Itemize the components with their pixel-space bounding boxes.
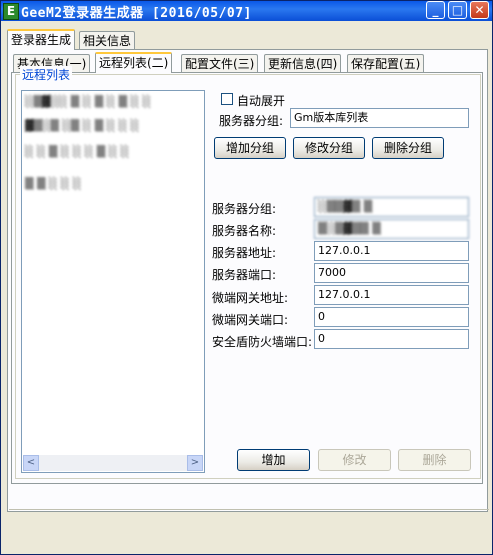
maximize-button[interactable]: □	[448, 1, 467, 19]
microgate-address-field[interactable]: 127.0.0.1	[314, 285, 469, 305]
server-name-label: 服务器名称:	[212, 224, 277, 238]
auto-expand-label: 自动展开	[237, 94, 286, 108]
microgate-port-label: 微端网关端口:	[212, 313, 289, 327]
edit-group-button[interactable]: 修改分组	[293, 137, 365, 159]
group-title: 远程列表	[20, 66, 73, 83]
window-title: GeeM2登录器生成器 [2016/05/07]	[21, 6, 252, 21]
server-port-label: 服务器端口:	[212, 268, 277, 282]
minimize-button[interactable]: _	[426, 1, 445, 19]
server-group-top-field[interactable]: Gm版本库列表	[290, 108, 469, 128]
scroll-left-icon[interactable]: <	[23, 455, 39, 471]
app-icon: E	[3, 3, 19, 20]
add-server-button[interactable]: 增加	[237, 449, 310, 471]
tab-save-config[interactable]: 保存配置(五)	[347, 54, 425, 73]
firewall-port-label: 安全盾防火墙端口:	[212, 335, 313, 349]
firewall-port-field[interactable]: 0	[314, 329, 469, 349]
list-item[interactable]: ▒ ▒ ░ ░ ░	[25, 177, 81, 191]
tab-update-info[interactable]: 更新信息(四)	[264, 54, 342, 73]
scroll-right-icon[interactable]: >	[187, 455, 203, 471]
tab-remote-list[interactable]: 远程列表(二)	[95, 52, 173, 73]
microgate-address-label: 微端网关地址:	[212, 291, 289, 305]
server-port-field[interactable]: 7000	[314, 263, 469, 283]
tab-config-file[interactable]: 配置文件(三)	[181, 54, 259, 73]
app-window: E GeeM2登录器生成器 [2016/05/07] _ □ ✕ 登录器生成 相…	[0, 0, 493, 555]
server-address-label: 服务器地址:	[212, 246, 277, 260]
delete-group-button[interactable]: 删除分组	[372, 137, 444, 159]
list-item[interactable]: ▓▒░▒ ░▒ ░ ▒ ░ ░ ░	[25, 119, 139, 133]
delete-server-button[interactable]: 删除	[398, 449, 471, 471]
close-button[interactable]: ✕	[470, 1, 489, 19]
auto-expand-checkbox[interactable]	[221, 93, 233, 105]
server-group-label: 服务器分组:	[212, 202, 277, 216]
server-group-top-label: 服务器分组:	[219, 114, 284, 128]
list-item[interactable]: ░▒▓░░ ▒ ░ ▒ ░ ▒ ░ ░	[25, 95, 151, 109]
server-address-field[interactable]: 127.0.0.1	[314, 241, 469, 261]
tab-related-info[interactable]: 相关信息	[79, 31, 136, 50]
list-item[interactable]: ░ ░ ▒ ░ ░ ░ ▒ ░ ░	[25, 145, 129, 159]
title-bar[interactable]: E GeeM2登录器生成器 [2016/05/07] _ □ ✕	[1, 1, 492, 21]
microgate-port-field[interactable]: 0	[314, 307, 469, 327]
edit-server-button[interactable]: 修改	[318, 449, 391, 471]
tab-login-generator[interactable]: 登录器生成	[7, 29, 76, 50]
server-tree-list[interactable]: ░▒▓░░ ▒ ░ ▒ ░ ▒ ░ ░ ▓▒░▒ ░▒ ░ ▒ ░ ░ ░ ░ …	[21, 90, 205, 473]
add-group-button[interactable]: 增加分组	[214, 137, 286, 159]
horizontal-scrollbar[interactable]: < >	[23, 455, 203, 471]
server-group-field[interactable]: ░▒▒▓▒ ▒	[314, 197, 469, 217]
server-name-field[interactable]: ▒░▒▓▒▒ ▒	[314, 219, 469, 239]
status-bar	[9, 509, 489, 530]
